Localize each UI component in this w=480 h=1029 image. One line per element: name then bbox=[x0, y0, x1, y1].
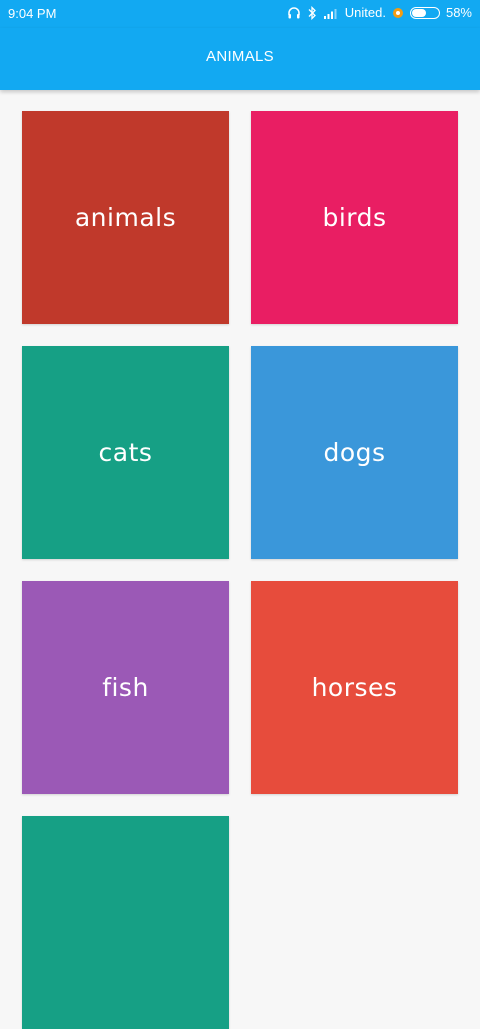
category-tile-fish[interactable]: fish bbox=[22, 581, 229, 794]
status-time: 9:04 PM bbox=[8, 6, 57, 21]
category-tile-dogs[interactable]: dogs bbox=[251, 346, 458, 559]
category-tile-birds[interactable]: birds bbox=[251, 111, 458, 324]
app-bar: ANIMALS bbox=[0, 28, 480, 90]
category-grid: animals birds cats dogs fish horses bbox=[22, 111, 458, 1029]
tile-label: horses bbox=[311, 673, 398, 702]
category-tile-partial[interactable] bbox=[22, 816, 229, 1029]
category-tile-horses[interactable]: horses bbox=[251, 581, 458, 794]
tile-label: animals bbox=[74, 203, 177, 232]
page-title: ANIMALS bbox=[206, 48, 274, 65]
carrier-name: United. bbox=[344, 5, 386, 20]
headphones-icon bbox=[287, 6, 301, 20]
tile-label: birds bbox=[322, 203, 387, 232]
status-icons: United. 58% bbox=[287, 5, 472, 20]
notification-icon bbox=[392, 7, 404, 19]
category-tile-animals[interactable]: animals bbox=[22, 111, 229, 324]
category-tile-cats[interactable]: cats bbox=[22, 346, 229, 559]
bluetooth-icon bbox=[307, 5, 317, 20]
battery-percent: 58% bbox=[445, 5, 472, 20]
status-bar: 9:04 PM United. 58% bbox=[0, 0, 480, 28]
battery-level bbox=[411, 8, 426, 17]
tile-label: fish bbox=[102, 673, 149, 702]
battery-icon bbox=[409, 6, 440, 19]
tile-label: cats bbox=[98, 438, 153, 467]
signal-icon bbox=[323, 7, 339, 19]
tile-label: dogs bbox=[323, 438, 386, 467]
